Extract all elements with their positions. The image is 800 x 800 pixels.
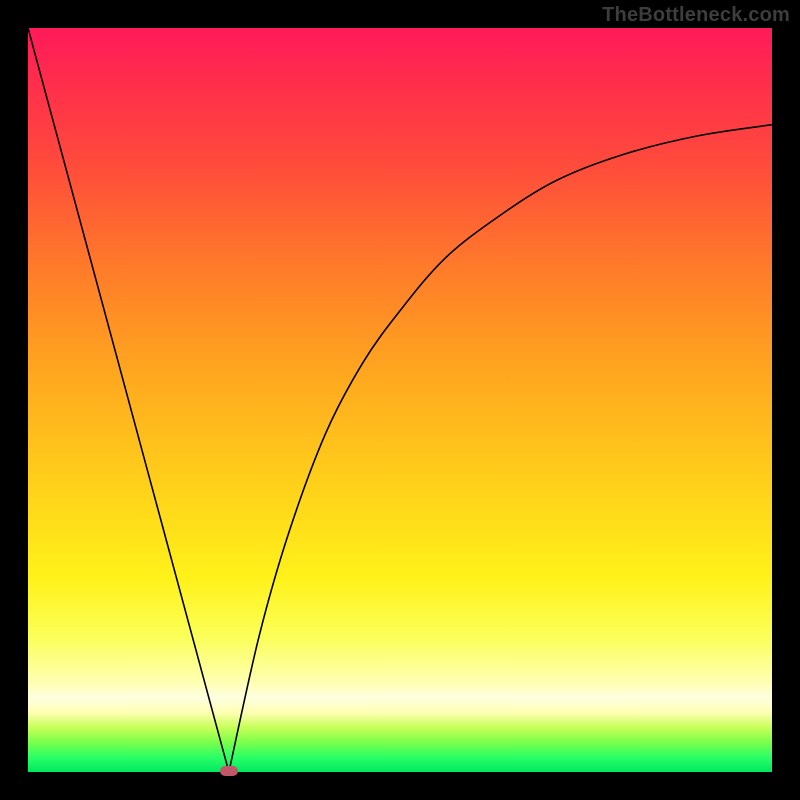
curve-layer bbox=[28, 28, 772, 772]
chart-frame: TheBottleneck.com bbox=[0, 0, 800, 800]
anchor-marker bbox=[220, 766, 238, 776]
watermark-text: TheBottleneck.com bbox=[602, 4, 790, 27]
curve-right-branch bbox=[229, 125, 772, 772]
curve-left-branch bbox=[28, 28, 229, 772]
